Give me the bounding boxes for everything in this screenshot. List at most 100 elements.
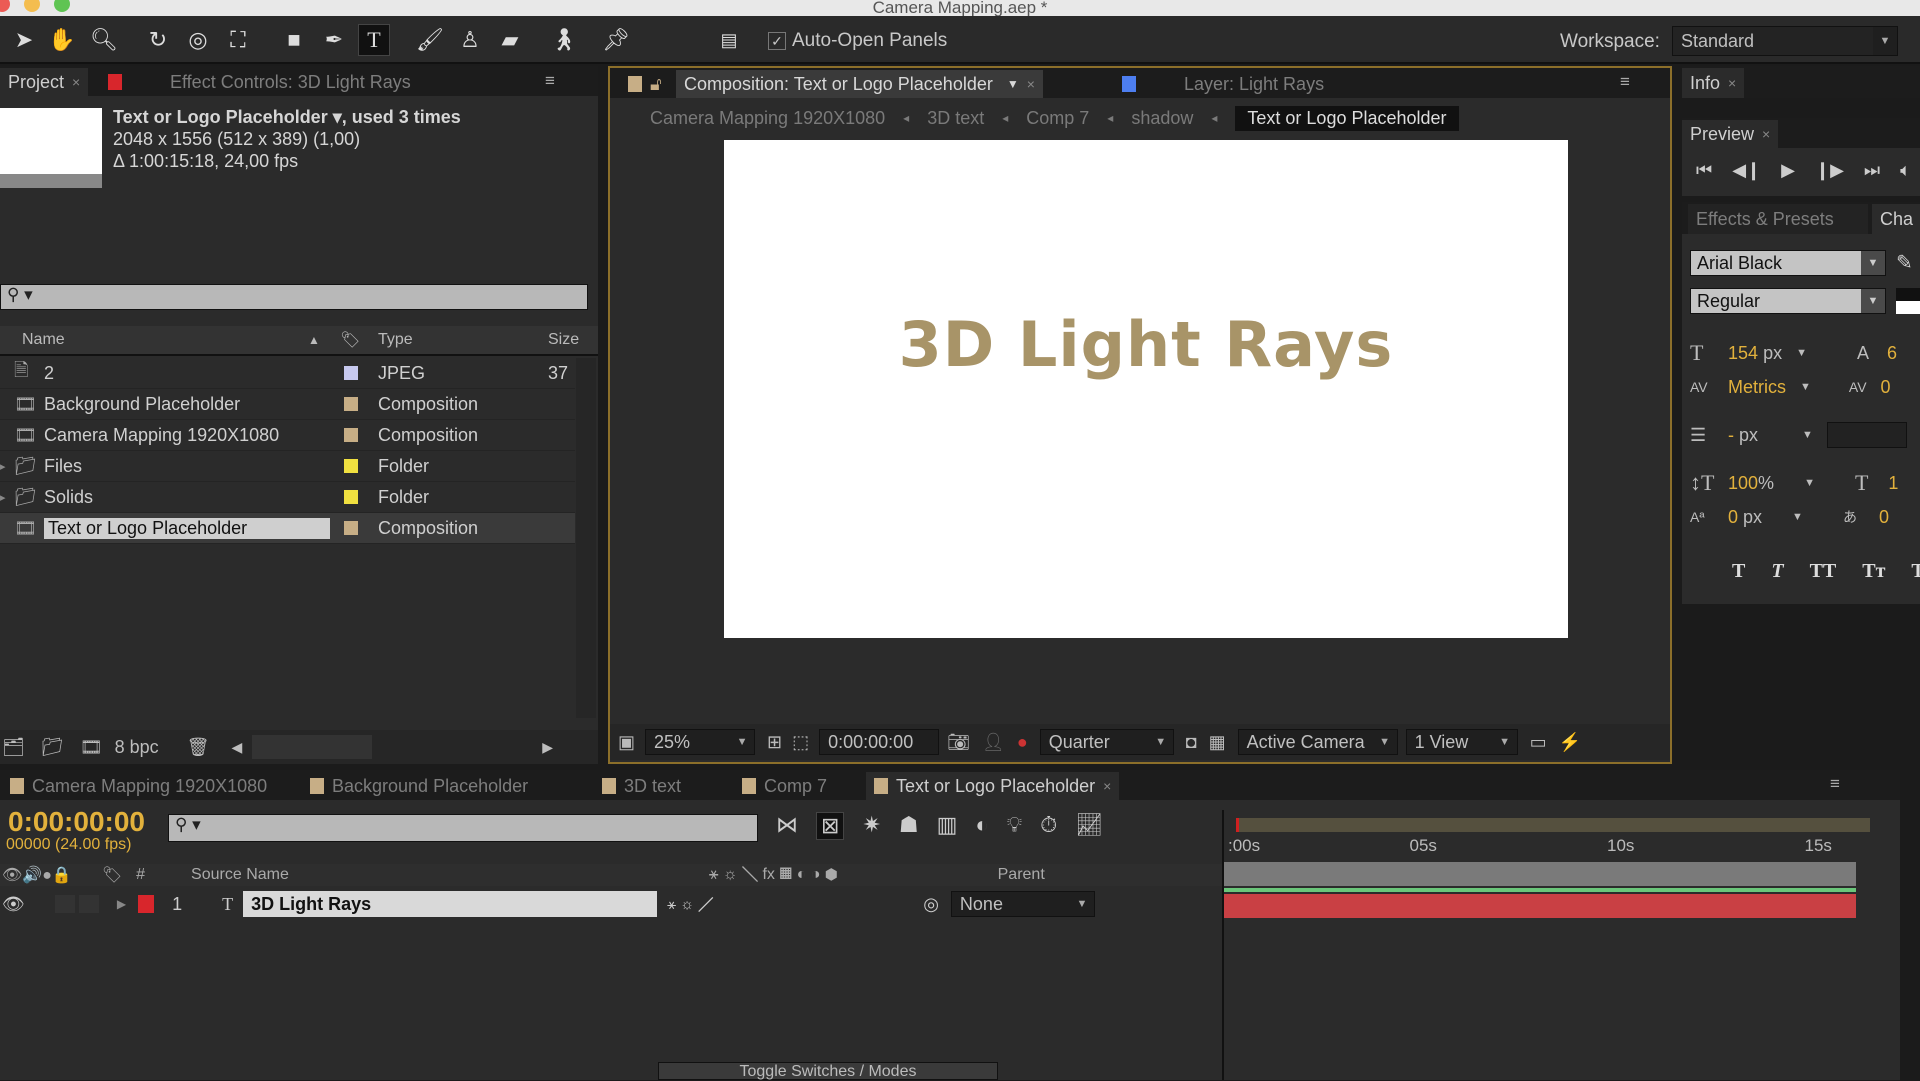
tab-layer[interactable]: Layer: Light Rays (1114, 70, 1394, 98)
type-tool[interactable]: T (358, 24, 390, 56)
font-family-dropdown[interactable]: Arial Black ▼ (1690, 250, 1886, 276)
tab-info[interactable]: Info × (1682, 68, 1745, 98)
breadcrumb-item[interactable]: 3D text (927, 108, 984, 129)
timeline-tab[interactable]: 3D text (594, 772, 689, 800)
timeline-tab[interactable]: Camera Mapping 1920X1080 (2, 772, 275, 800)
solo-switch[interactable] (54, 895, 75, 913)
font-size-value[interactable]: 154 (1728, 336, 1758, 370)
bit-depth-button[interactable]: 8 bpc (115, 737, 159, 758)
close-icon[interactable]: × (1728, 75, 1736, 91)
label-tag-icon[interactable]: 🏷︎ (340, 330, 360, 350)
lock-switch[interactable] (78, 895, 99, 913)
composition-canvas[interactable]: 3D Light Rays (724, 140, 1568, 638)
column-type[interactable]: Type (378, 331, 413, 349)
fill-stroke-swatch[interactable] (1896, 288, 1920, 314)
parent-dropdown[interactable]: None ▼ (950, 891, 1095, 917)
always-preview-icon[interactable]: ▣ (618, 732, 635, 753)
sort-ascending-icon[interactable]: ▲ (308, 333, 320, 347)
panel-menu-icon[interactable]: ≡ (1620, 72, 1630, 92)
flowchart-icon[interactable]: ⚡ (1559, 732, 1581, 753)
label-color-swatch[interactable] (344, 490, 358, 504)
pen-tool[interactable]: ✒ (318, 24, 350, 56)
layer-name[interactable]: 3D Light Rays (243, 891, 658, 917)
project-item[interactable]: 🎞︎ Camera Mapping 1920X1080 Composition (0, 420, 575, 451)
timeline-tab[interactable]: Text or Logo Placeholder × (866, 772, 1120, 800)
label-color-swatch[interactable] (344, 428, 358, 442)
timeline-tab[interactable]: Comp 7 (734, 772, 835, 800)
region-of-interest-icon[interactable]: ⬚ (792, 732, 809, 753)
project-item[interactable]: ▸ 📁︎ Solids Folder (0, 482, 575, 513)
workspace-dropdown[interactable]: Standard ▼ (1672, 26, 1898, 56)
zoom-tool[interactable]: 🔍︎ (88, 24, 120, 56)
label-color-swatch[interactable] (344, 521, 358, 535)
last-frame-icon[interactable]: ⏭ (1864, 160, 1880, 181)
camera-view-dropdown[interactable]: Active Camera ▼ (1237, 729, 1398, 755)
tab-composition[interactable]: Composition: Text or Logo Placeholder ▼ × (676, 70, 1043, 98)
expand-arrow-icon[interactable]: ▶ (117, 897, 126, 911)
close-icon[interactable]: × (1762, 126, 1770, 142)
project-search-input[interactable]: ⚲ ▾ (0, 284, 588, 310)
close-icon[interactable]: × (72, 74, 80, 90)
breadcrumb-item[interactable]: Comp 7 (1026, 108, 1089, 129)
label-color-swatch[interactable] (344, 366, 358, 380)
panel-toggle-icon[interactable]: ▤ (713, 24, 745, 56)
current-time-field[interactable]: 0:00:00:00 (819, 729, 940, 755)
column-source-name[interactable]: Source Name (191, 866, 289, 884)
layer-duration-bar[interactable] (1224, 894, 1856, 918)
camera-orbit-tool[interactable]: ◎ (182, 24, 214, 56)
audio-icon[interactable]: 🔈︎ (1900, 160, 1911, 181)
selected-item-name[interactable]: Text or Logo Placeholder ▾ (113, 107, 342, 127)
project-scrollbar[interactable] (576, 358, 596, 718)
pick-whip-icon[interactable]: ◎ (923, 894, 939, 915)
grid-guides-icon[interactable]: ⊞ (767, 732, 782, 753)
toggle-switches-modes-button[interactable]: Toggle Switches / Modes (658, 1062, 998, 1080)
label-color-swatch[interactable] (344, 459, 358, 473)
layer-switches[interactable]: ⚹ ☼ ╱ (667, 896, 713, 913)
pixel-aspect-icon[interactable]: ▭ (1530, 732, 1547, 753)
kerning-value[interactable]: Metrics (1728, 370, 1786, 404)
current-time-display[interactable]: 0:00:00:00 (8, 806, 145, 838)
timeline-tab[interactable]: Background Placeholder (302, 772, 536, 800)
superscript-button[interactable]: T (1911, 560, 1920, 583)
auto-keyframe-icon[interactable]: ⏱︎ (1040, 812, 1057, 840)
baseline-shift-value[interactable]: 0 (1728, 500, 1738, 534)
rectangle-tool[interactable]: ■ (278, 24, 310, 56)
vertical-scale-value[interactable]: 100 (1728, 466, 1758, 500)
pan-behind-tool[interactable]: ⛶ (222, 24, 254, 56)
canvas-text-layer[interactable]: 3D Light Rays (899, 308, 1394, 381)
snapshot-icon[interactable]: 📷︎ (947, 732, 970, 753)
channels-icon[interactable]: ● (1017, 732, 1028, 753)
tab-project[interactable]: Project × (0, 68, 89, 96)
puppet-pin-tool[interactable]: 📌︎ (600, 24, 632, 56)
breadcrumb-item[interactable]: shadow (1131, 108, 1193, 129)
first-frame-icon[interactable]: ⏮ (1696, 160, 1712, 181)
eyedropper-icon[interactable]: ✎ (1896, 250, 1913, 275)
fast-previews-icon[interactable]: ◘ (1186, 732, 1197, 753)
label-color-swatch[interactable] (344, 397, 358, 411)
clone-stamp-tool[interactable]: ♙ (454, 24, 486, 56)
live-update-icon[interactable]: ⊠ (816, 812, 845, 840)
graph-editor-icon[interactable]: 📈︎ (1075, 812, 1103, 840)
panel-menu-icon[interactable]: ≡ (1830, 774, 1840, 794)
comp-mini-flowchart-icon[interactable]: ⋈ (776, 812, 798, 840)
close-icon[interactable]: × (1103, 778, 1111, 794)
previous-frame-icon[interactable]: ◀❙ (1732, 160, 1761, 181)
brush-tool[interactable]: 🖌︎ (414, 24, 446, 56)
new-folder-icon[interactable]: 📁︎ (41, 737, 64, 758)
time-indicator[interactable] (1236, 818, 1239, 832)
trash-icon[interactable]: 🗑︎ (187, 737, 210, 758)
time-ruler[interactable]: :00s 05s 10s 15s (1224, 834, 1854, 860)
tab-effects-presets[interactable]: Effects & Presets (1688, 204, 1868, 234)
horizontal-scale-value[interactable]: 1 (1888, 466, 1898, 500)
view-layout-dropdown[interactable]: 1 View ▼ (1405, 729, 1518, 755)
next-frame-icon[interactable]: ❙▶ (1815, 160, 1844, 181)
tracking-value[interactable]: 0 (1881, 370, 1891, 404)
new-composition-icon[interactable]: 🎞︎ (80, 737, 103, 758)
project-item[interactable]: 🎞︎ Background Placeholder Composition (0, 389, 575, 420)
project-item[interactable]: 🎞︎ Text or Logo Placeholder Composition (0, 513, 575, 544)
lock-icon[interactable]: 🔓︎ (620, 70, 670, 98)
play-icon[interactable]: ▶ (1781, 160, 1795, 181)
interpret-footage-icon[interactable]: 🗂︎ (2, 737, 25, 758)
roto-brush-tool[interactable]: 🚶︎ (548, 24, 580, 56)
project-item[interactable]: 🗎 2 JPEG 37 (0, 358, 575, 389)
